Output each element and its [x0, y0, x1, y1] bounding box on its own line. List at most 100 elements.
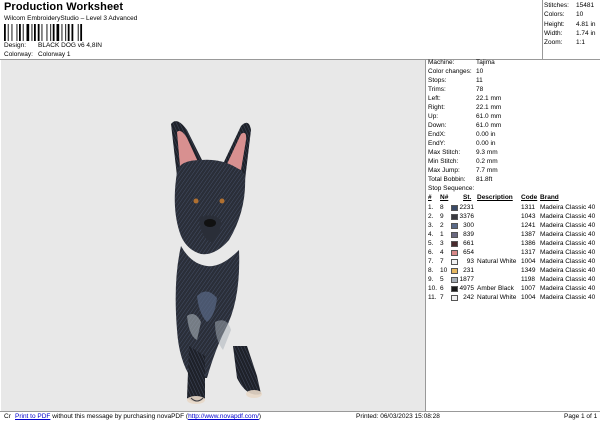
seq-brand: Madeira Classic 40	[540, 213, 596, 220]
seq-stitches: 661	[463, 240, 474, 247]
seq-num: 6.	[428, 249, 434, 256]
seq-code: 1349	[521, 267, 536, 274]
machine-info-value: 0.00 in	[476, 140, 496, 147]
software-subtitle: Wilcom EmbroideryStudio – Level 3 Advanc…	[4, 15, 138, 22]
barcode-bar	[65, 24, 67, 41]
seq-needle: 10	[440, 267, 448, 274]
stats-divider	[542, 0, 543, 59]
machine-info-label: EndY:	[428, 140, 446, 147]
stop-sequence-row: 10. 6 4975 Amber Black 1007 Madeira Classic 4…	[428, 285, 600, 294]
stat-label: Colors:	[544, 11, 565, 18]
stop-sequence-row: 8. 10 231 1349 Madeira Classic 40	[428, 267, 600, 276]
seq-description: Natural White	[477, 294, 517, 301]
panel-divider	[425, 59, 426, 411]
seq-description: Amber Black	[477, 285, 514, 292]
seq-stitches: 242	[463, 294, 474, 301]
barcode-bar	[50, 24, 52, 41]
stat-label: Zoom:	[544, 39, 563, 46]
machine-info-label: Stops:	[428, 77, 447, 84]
seq-code: 1007	[521, 285, 536, 292]
seq-num: 5.	[428, 240, 434, 247]
barcode-bar	[19, 24, 21, 41]
barcode-bar	[77, 24, 79, 41]
seq-num: 11.	[428, 294, 437, 301]
thread-color-swatch	[451, 295, 458, 301]
stop-sequence-row: 9. 5 1877 1198 Madeira Classic 40	[428, 276, 600, 285]
footer-suffix: )	[258, 413, 262, 420]
stat-value: 10	[576, 11, 584, 18]
footer-middle-text: without this message by purchasing novaP…	[50, 413, 189, 420]
machine-info-value: 10	[476, 68, 484, 75]
machine-info-label: Max Stitch:	[428, 149, 461, 156]
seq-stitches: 93	[466, 258, 474, 265]
seq-stitches: 231	[463, 267, 474, 274]
seq-brand: Madeira Classic 40	[540, 222, 596, 229]
seq-needle: 5	[440, 276, 444, 283]
footer-message: Print to PDF without this message by pur…	[15, 413, 261, 420]
stat-value: 4.81 in	[576, 21, 596, 28]
seq-num: 7.	[428, 258, 434, 265]
barcode-bar	[56, 24, 60, 41]
machine-info-label: Up:	[428, 113, 439, 120]
seq-num: 9.	[428, 276, 434, 283]
machine-info-label: Down:	[428, 122, 447, 129]
print-to-pdf-link[interactable]: Print to PDF	[15, 413, 50, 420]
machine-info-value: 81.8ft	[476, 176, 493, 183]
seq-brand: Madeira Classic 40	[540, 258, 596, 265]
seq-needle: 7	[440, 258, 444, 265]
barcode-image	[4, 24, 83, 41]
barcode-bar	[41, 24, 43, 41]
stop-sequence-row: 1. 8 2231 1311 Madeira Classic 40	[428, 204, 600, 213]
seq-num: 4.	[428, 231, 434, 238]
seq-num: 3.	[428, 222, 434, 229]
stat-label: Height:	[544, 21, 565, 28]
seq-stitches: 4975	[459, 285, 474, 292]
machine-info-value: 0.2 mm	[476, 158, 498, 165]
machine-info-label: Color changes:	[428, 68, 472, 75]
barcode-bar	[7, 24, 9, 41]
barcode-bar	[4, 24, 6, 41]
footer-prefix: Cr	[4, 413, 11, 420]
seq-stitches: 2231	[459, 204, 474, 211]
design-label: Design:	[4, 42, 27, 49]
seq-code: 1317	[521, 249, 536, 256]
machine-info-value: 11	[476, 77, 483, 84]
stop-sequence-row: 4. 1 839 1387 Madeira Classic 40	[428, 231, 600, 240]
stat-label: Stitches:	[544, 2, 569, 9]
col-header-n: N#	[440, 194, 449, 201]
barcode-bar	[31, 24, 33, 41]
machine-info-label: Right:	[428, 104, 445, 111]
stat-value: 15481	[576, 2, 595, 9]
machine-info-value: 78	[476, 86, 484, 93]
seq-needle: 9	[440, 213, 444, 220]
barcode-bar	[67, 24, 70, 41]
machine-info-value: 61.0 mm	[476, 113, 502, 120]
seq-needle: 6	[440, 285, 444, 292]
printed-timestamp: Printed: 06/03/2023 15:08:28	[356, 413, 440, 420]
seq-needle: 1	[440, 231, 444, 238]
seq-brand: Madeira Classic 40	[540, 285, 596, 292]
machine-info-value: 0.00 in	[476, 131, 496, 138]
dog-embroidery-image	[171, 121, 262, 404]
barcode-bar	[46, 24, 48, 41]
thread-color-swatch	[451, 259, 458, 265]
barcode-bar	[52, 24, 55, 41]
col-header-st: St.	[463, 194, 472, 201]
stat-value: 1:1	[576, 39, 586, 46]
thread-color-swatch	[451, 277, 458, 283]
barcode-bar	[34, 24, 36, 41]
machine-info-label: Max Jump:	[428, 167, 460, 174]
stop-sequence-row: 2. 9 3376 1043 Madeira Classic 40	[428, 213, 600, 222]
novapdf-link[interactable]: http://www.novapdf.com/	[188, 413, 259, 420]
seq-brand: Madeira Classic 40	[540, 204, 596, 211]
thread-color-swatch	[451, 223, 458, 229]
seq-needle: 8	[440, 204, 444, 211]
stop-sequence-row: 3. 2 300 1241 Madeira Classic 40	[428, 222, 600, 231]
machine-info-value: 22.1 mm	[476, 104, 502, 111]
seq-code: 1241	[521, 222, 536, 229]
barcode-bar	[80, 24, 83, 41]
seq-brand: Madeira Classic 40	[540, 276, 596, 283]
footer: Cr Print to PDF without this message by …	[4, 413, 600, 420]
machine-info-value: 61.0 mm	[476, 122, 502, 129]
seq-num: 1.	[428, 204, 434, 211]
